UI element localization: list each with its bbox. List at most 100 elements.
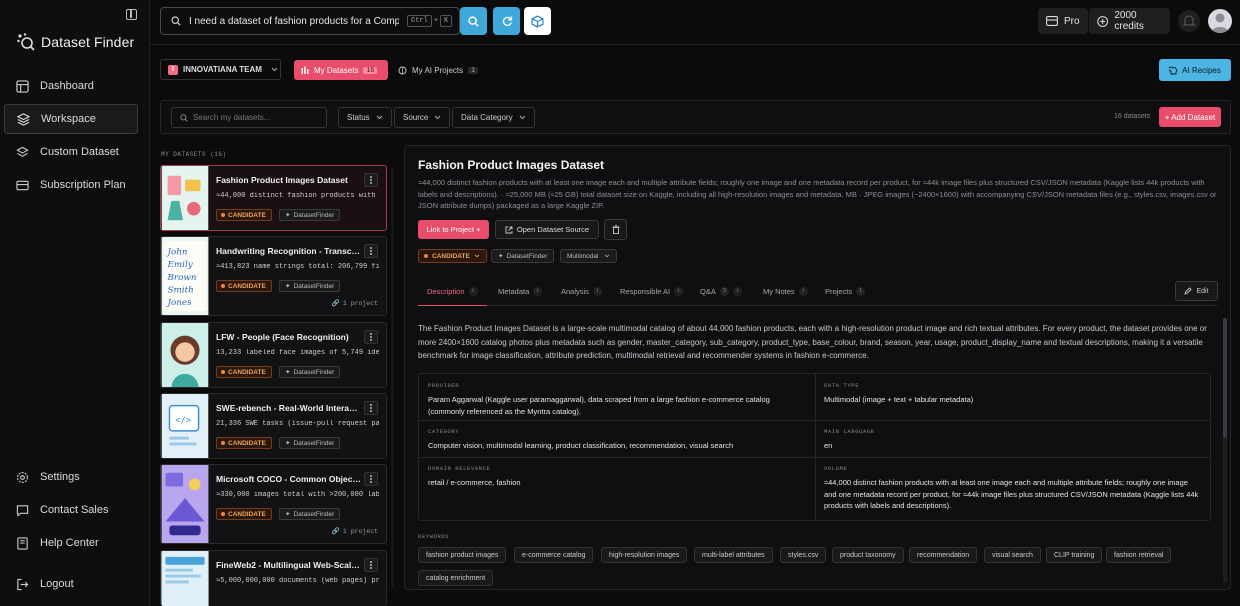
project-link-note[interactable]: 🔗 1 project [332,299,378,308]
keyword-chip[interactable]: CLIP training [1046,547,1103,563]
keyword-chip[interactable]: e-commerce catalog [514,547,594,563]
filter-bar: Search my datasets... Status Source Data… [160,100,1231,134]
list-scrollbar[interactable] [391,168,394,588]
tab-label: My AI Projects [412,65,464,75]
search-query-text[interactable]: I need a dataset of fashion products for… [189,16,399,27]
dataset-card[interactable]: FineWeb2 - Multilingual Web-Scale Corpus… [160,550,387,606]
sidebar-item-settings[interactable]: Settings [4,462,138,492]
data-type-dropdown[interactable]: Multimodal [560,249,618,263]
meta-data-type: DATA TYPE Multimodal (image + text + tab… [815,374,1210,414]
dataset-card[interactable]: Fashion Product Images Dataset ≈44,000 d… [160,165,387,231]
candidate-badge: CANDIDATE [216,437,272,449]
more-options-icon[interactable] [364,401,378,415]
search-icon [171,16,181,26]
user-avatar[interactable] [1208,9,1232,33]
card-description: ≈413,823 name strings total: 206,799 fir… [216,263,379,271]
dataset-search-input[interactable]: Search my datasets... [171,107,327,128]
keyword-chip[interactable]: product taxonomy [832,547,904,563]
chevron-down-icon [519,115,525,120]
team-selector[interactable]: I INNOVATIANA TEAM [160,59,281,80]
keyword-chip[interactable]: fashion product images [418,547,507,563]
tab-my-ai-projects[interactable]: My AI Projects 1 [398,60,479,80]
app-name: Dataset Finder [41,34,135,50]
sidebar-item-logout[interactable]: Logout [4,569,138,599]
chevron-down-icon [474,254,480,258]
detail-scrollbar[interactable] [1223,318,1227,583]
keyword-chip[interactable]: visual search [984,547,1041,563]
tab-description[interactable]: Description i [418,287,487,306]
status-dropdown[interactable]: CANDIDATE [418,249,487,263]
dataset-card[interactable]: Microsoft COCO - Common Objects in Conte… [160,464,387,544]
add-dataset-button[interactable]: + Add Dataset [1159,107,1221,127]
chat-icon [16,504,29,517]
plan-pro-badge[interactable]: Pro [1038,8,1088,34]
card-description: 21,336 SWE tasks (issue-pull request pai… [216,420,379,428]
sidebar-item-contact-sales[interactable]: Contact Sales [4,495,138,525]
source-filter-dropdown[interactable]: Source [394,107,451,128]
more-options-icon[interactable] [364,173,378,187]
dataset-card[interactable]: LFW - People (Face Recognition) 13,233 l… [160,322,387,388]
search-submit-button[interactable] [460,7,487,35]
chef-hat-icon [1169,66,1178,74]
sidebar-item-subscription-plan[interactable]: Subscription Plan [4,170,138,200]
cube-button[interactable] [524,7,551,35]
more-options-icon[interactable] [364,244,378,258]
card-description: 13,233 labeled face images of 5,749 iden… [216,349,379,357]
chevron-down-icon [605,254,610,258]
keyword-chip[interactable]: fashion retrieval [1106,547,1172,563]
logo-icon [17,33,35,51]
sidebar-item-help-center[interactable]: Help Center [4,528,138,558]
sidebar-item-label: Custom Dataset [40,146,119,158]
card-icon [1046,16,1058,26]
tab-my-notes[interactable]: My Notes i [763,287,808,306]
tab-projects[interactable]: Projects 1 [825,287,866,306]
user-icon [1211,13,1229,33]
keyword-chip[interactable]: recommendation [909,547,978,563]
card-description: ≈44,000 distinct fashion products with a… [216,192,379,200]
category-filter-dropdown[interactable]: Data Category [452,107,535,128]
global-search-input[interactable]: I need a dataset of fashion products for… [160,7,460,35]
keyword-chip[interactable]: styles.csv [780,547,827,563]
open-dataset-source-button[interactable]: Open Dataset Source [495,220,599,239]
svg-text:Emily: Emily [166,260,193,270]
shortcut-plus: + [433,17,439,25]
edit-button[interactable]: Edit [1175,281,1218,301]
tab-metadata[interactable]: Metadata i [498,287,543,306]
sidebar-item-custom-dataset[interactable]: Custom Dataset [4,137,138,167]
tab-label: Description [427,287,465,296]
more-options-icon[interactable] [364,330,378,344]
link-to-project-button[interactable]: Link to Project + [418,220,489,239]
keyword-chip[interactable]: multi-label attributes [694,547,773,563]
more-options-icon[interactable] [364,558,378,572]
meta-label: MAIN LANGUAGE [824,428,875,435]
project-link-note[interactable]: 🔗 1 project [332,527,378,536]
tab-label: Projects [825,287,853,296]
tab-analysis[interactable]: Analysis i [561,287,602,306]
sidebar-collapse-icon[interactable] [126,9,137,20]
svg-text:John: John [165,248,187,258]
notifications-button[interactable] [1178,10,1200,32]
ai-recipes-button[interactable]: AI Recipes [1159,59,1231,81]
dataset-card[interactable]: </> SWE-rebench - Real-World Interactive… [160,393,387,459]
more-options-icon[interactable] [364,472,378,486]
shortcut-key: K [440,15,453,27]
tab-qa[interactable]: Q&A 3 i [700,287,742,306]
app-logo[interactable]: Dataset Finder [16,32,134,52]
data-type-label: Multimodal [567,252,599,260]
status-filter-dropdown[interactable]: Status [338,107,392,128]
refresh-button[interactable] [493,7,520,35]
top-bar: I need a dataset of fashion products for… [150,0,1240,45]
tab-label: Metadata [498,287,530,296]
delete-button[interactable] [604,219,627,240]
credits-button[interactable]: 2000 credits [1089,8,1170,34]
dataset-card[interactable]: John Emily Brown Smith Jones Handwriting Rec… [160,236,387,316]
sidebar-item-dashboard[interactable]: Dashboard [4,71,138,101]
card-description: ≈5,000,000,000 documents (web pages) pro… [216,577,379,585]
card-title: LFW - People (Face Recognition) [216,332,349,342]
tab-info-icon: i [533,287,543,296]
keyword-chip[interactable]: catalog enrichment [418,570,494,586]
tab-responsible-ai[interactable]: Responsible AI i [620,287,684,306]
tab-my-datasets[interactable]: My Datasets 16 [294,60,388,80]
keyword-chip[interactable]: high-resolution images [601,547,688,563]
sidebar-item-workspace[interactable]: Workspace [4,104,138,134]
